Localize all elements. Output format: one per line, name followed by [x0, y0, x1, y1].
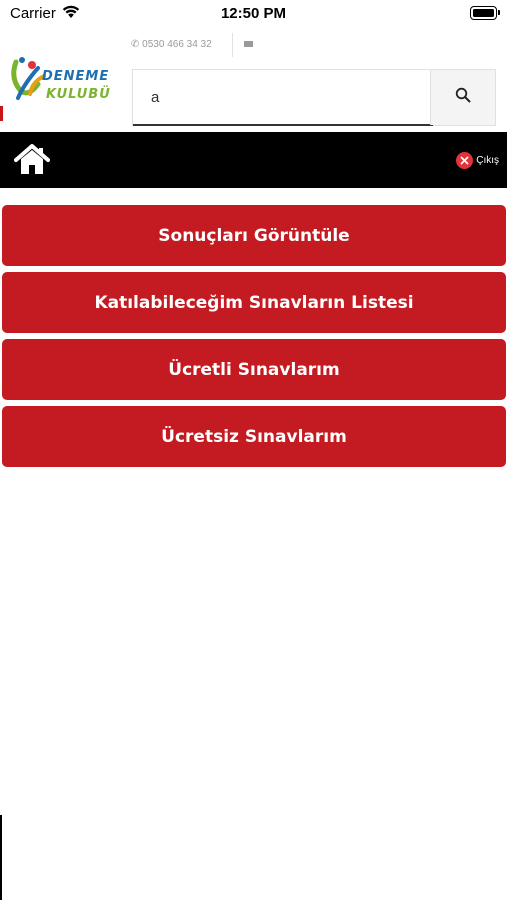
logo-line2: KULUBÜ [46, 86, 111, 102]
free-exams-button[interactable]: Ücretsiz Sınavlarım [2, 406, 506, 467]
search-input[interactable] [133, 70, 451, 125]
battery-icon [470, 6, 500, 20]
exam-menu: Sonuçları Görüntüle Katılabileceğim Sına… [2, 205, 506, 473]
paid-exams-button[interactable]: Ücretli Sınavlarım [2, 339, 506, 400]
left-edge-line [0, 815, 2, 900]
accent-mark [0, 106, 3, 121]
view-results-button[interactable]: Sonuçları Görüntüle [2, 205, 506, 266]
logout-label: Çıkış [476, 155, 499, 166]
site-logo[interactable]: DENEME KULUBÜ [8, 54, 124, 108]
contact-phone[interactable]: ✆ 0530 466 34 32 [131, 39, 212, 50]
logo-line1: DENEME [42, 69, 109, 84]
site-header: ✆ 0530 466 34 32 DENEME KULUBÜ [0, 28, 507, 132]
close-circle-icon [456, 152, 474, 169]
status-bar: Carrier 12:50 PM [0, 0, 507, 28]
clock: 12:50 PM [220, 5, 287, 22]
home-icon[interactable] [14, 144, 50, 176]
phone-number: 0530 466 34 32 [142, 39, 212, 50]
mail-icon[interactable] [244, 41, 253, 47]
logout-button[interactable]: Çıkış [456, 152, 499, 169]
available-exams-button[interactable]: Katılabileceğim Sınavların Listesi [2, 272, 506, 333]
search-button[interactable] [430, 70, 495, 125]
main-navbar: Çıkış [0, 132, 507, 188]
phone-icon: ✆ [131, 39, 140, 50]
search-icon [455, 87, 471, 108]
search-focus-line [133, 124, 433, 126]
contact-divider [232, 33, 233, 57]
search-form [132, 69, 496, 126]
